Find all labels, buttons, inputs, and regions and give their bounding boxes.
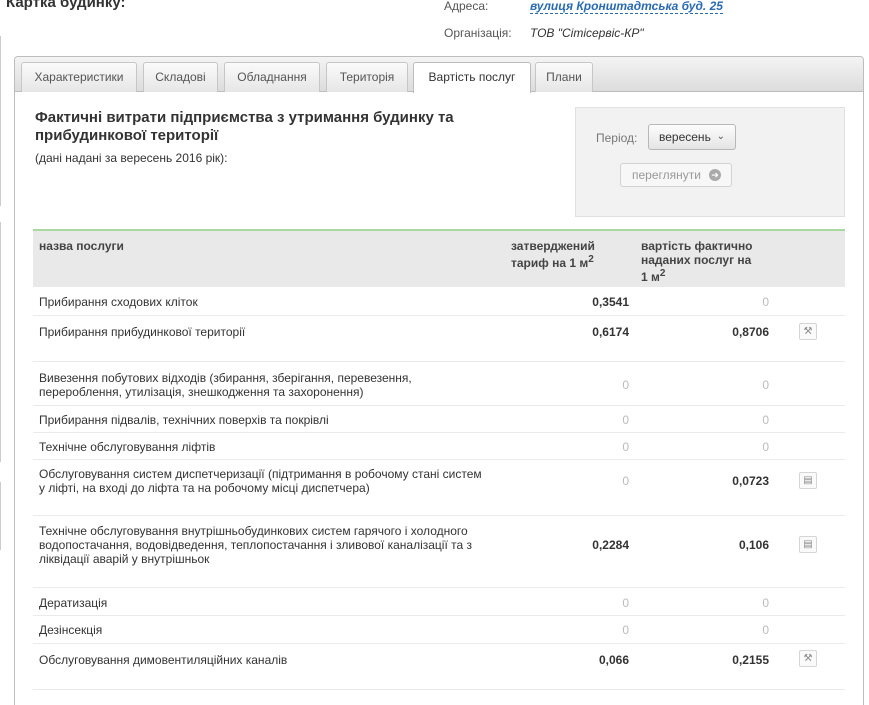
row-tariff: 0 [622,474,629,488]
row-cost: 0,8706 [732,325,769,339]
row-service-name: Прибирання підвалів, технічних поверхів … [39,413,329,427]
row-cost: 0 [762,413,769,427]
row-service-name: Обслуговування систем диспетчеризації (п… [39,467,482,495]
view-button[interactable]: переглянути ➜ [620,163,732,187]
header-actual-cost: вартість фактично наданих послуг на 1 м2 [641,239,753,284]
row-tariff: 0 [622,623,629,637]
row-service-name: Прибирання сходових кліток [39,295,198,309]
row-service-name: Дератизація [39,596,108,610]
left-rule-1 [0,36,3,206]
row-tariff: 0 [622,413,629,427]
row-service-name: Дезінсекція [39,623,103,637]
document-icon[interactable]: ▤ [799,472,817,489]
view-button-label: переглянути [632,168,701,182]
chevron-down-icon: ⌄ [716,131,725,142]
period-label: Період: [596,131,638,145]
document-icon[interactable]: ▤ [799,536,817,553]
row-service-name: Прибирання прибудинкової території [39,325,246,339]
left-rule-3 [0,482,3,550]
service-cost-panel: Характеристики Складові Обладнання Терит… [14,56,864,705]
wrench-icon[interactable]: ⚒ [799,323,817,340]
row-tariff: 0,3541 [592,295,629,309]
row-tariff: 0,066 [598,653,629,667]
organization-value: ТОВ "Сітісервіс-КР" [530,26,644,40]
tab-components[interactable]: Складові [143,62,218,92]
row-cost: 0 [762,440,769,454]
table-row: Обслуговування димовентиляційних каналів… [33,644,845,690]
row-cost: 0 [762,623,769,637]
tab-territory[interactable]: Територія [326,62,408,92]
table-row: Прибирання прибудинкової території 0,617… [33,316,845,362]
row-tariff: 0 [622,440,629,454]
table-row: Обслуговування систем диспетчеризації (п… [33,460,845,516]
address-link[interactable]: вулиця Кронштадтська буд. 25 [530,0,723,14]
row-tariff: 0 [622,378,629,392]
period-select-value: вересень [659,130,711,144]
row-cost: 0 [762,378,769,392]
tab-equipment[interactable]: Обладнання [224,62,320,92]
table-row: Прибирання сходових кліток 0,3541 0 [33,287,845,316]
row-service-name: Вивезення побутових відходів (збирання, … [39,371,412,399]
section-subtitle: (дані надані за вересень 2016 рік): [35,151,228,165]
services-table: назва послуги затверджений тариф на 1 м2 … [33,229,845,690]
tab-bar: Характеристики Складові Обладнання Терит… [15,57,863,93]
table-row: Прибирання підвалів, технічних поверхів … [33,406,845,433]
row-tariff: 0 [622,596,629,610]
table-row: Технічне обслуговування ліфтів 0 0 [33,433,845,460]
table-row: Вивезення побутових відходів (збирання, … [33,362,845,406]
table-row: Технічне обслуговування внутрішньобудинк… [33,516,845,588]
tab-plans[interactable]: Плани [535,62,593,92]
table-row: Дератизація 0 0 [33,588,845,616]
row-cost: 0,2155 [732,653,769,667]
table-row: Дезінсекція 0 0 [33,616,845,644]
address-label: Адреса: [444,0,489,13]
arrow-right-icon: ➜ [709,169,721,181]
period-select[interactable]: вересень ⌄ [648,124,736,150]
tab-service-cost[interactable]: Вартість послуг [413,62,531,93]
row-cost: 0,106 [738,538,769,552]
address-value: вулиця Кронштадтська буд. 25 [530,0,723,14]
table-header: назва послуги затверджений тариф на 1 м2 … [33,229,845,287]
row-tariff: 0,6174 [592,325,629,339]
row-cost: 0,0723 [732,474,769,488]
row-service-name: Обслуговування димовентиляційних каналів [39,653,288,667]
header-service-name: назва послуги [39,239,124,253]
page-title: Картка будинку: [6,0,126,11]
row-cost: 0 [762,596,769,610]
period-filter: Період: вересень ⌄ переглянути ➜ [575,107,845,217]
section-title: Фактичні витрати підприємства з утриманн… [35,109,454,144]
row-tariff: 0,2284 [592,538,629,552]
row-cost: 0 [762,295,769,309]
tab-characteristics[interactable]: Характеристики [21,62,137,92]
header-tariff: затверджений тариф на 1 м2 [511,239,595,270]
organization-label: Організація: [444,26,512,40]
row-service-name: Технічне обслуговування внутрішньобудинк… [39,524,473,566]
left-rule-2 [0,222,3,462]
wrench-icon[interactable]: ⚒ [799,650,817,667]
row-service-name: Технічне обслуговування ліфтів [39,440,216,454]
